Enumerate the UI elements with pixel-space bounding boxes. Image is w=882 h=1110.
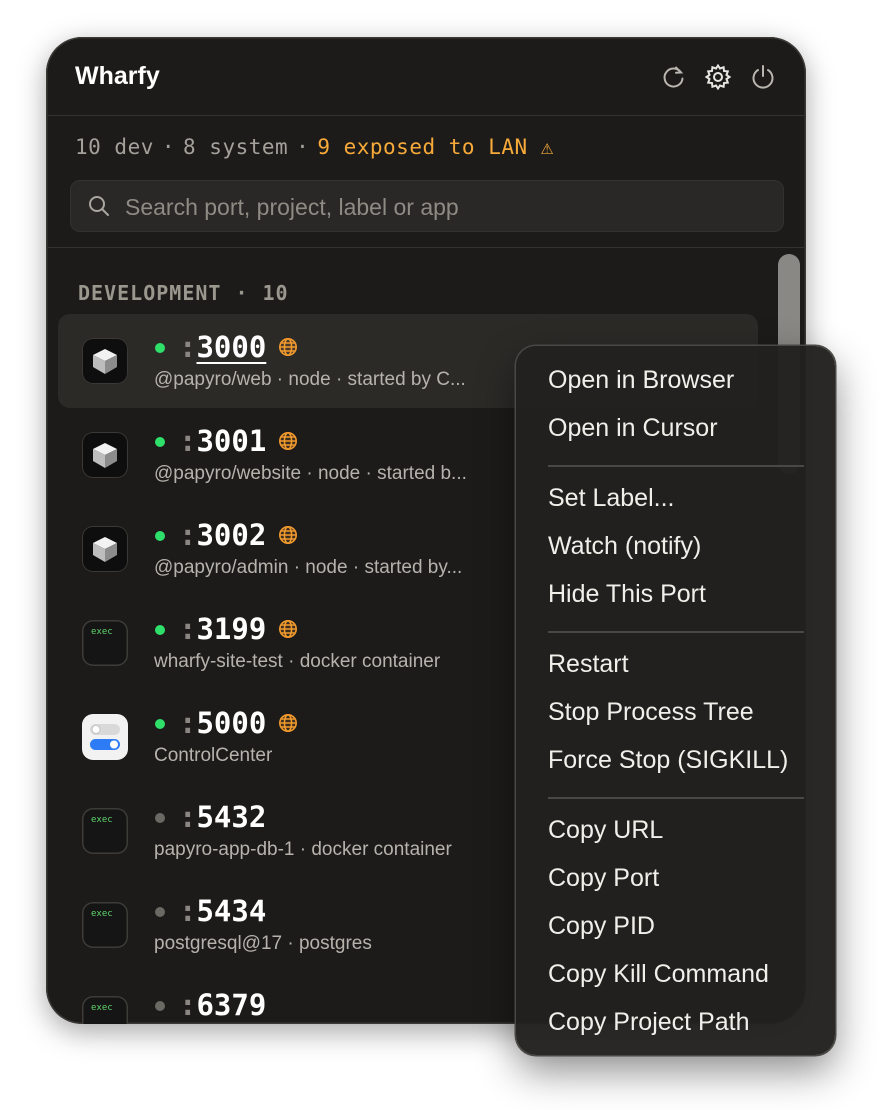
port-summary: 10 dev · 8 system · 9 exposed to LAN ⚠ [75,135,554,161]
terminal-exec-icon: exec [82,902,128,948]
menu-item-copy-url[interactable]: Copy URL [548,816,663,845]
port-number[interactable]: :5432 [179,800,266,834]
lan-exposed-warning: 9 exposed to LAN ⚠ [317,135,554,159]
menu-item-force-stop-sigkill[interactable]: Force Stop (SIGKILL) [548,746,788,775]
node-cube-icon [82,526,128,572]
search-icon [89,196,109,216]
gear-icon[interactable] [704,63,732,91]
port-number[interactable]: :5434 [179,894,266,928]
status-dot [155,531,165,541]
power-icon[interactable] [749,63,777,91]
port-number[interactable]: :3000 [179,330,266,364]
port-number[interactable]: :3002 [179,518,266,552]
globe-icon [279,526,297,544]
status-dot [155,719,165,729]
refresh-icon[interactable] [660,63,688,91]
header: Wharfy [46,37,806,116]
status-dot [155,437,165,447]
terminal-exec-icon: exec [82,620,128,666]
menu-item-copy-port[interactable]: Copy Port [548,864,659,893]
terminal-exec-icon: exec [82,808,128,854]
status-dot [155,1001,165,1011]
process-info: ControlCenter [154,745,273,766]
process-info: @papyro/website · node · started b... [154,463,467,484]
port-number[interactable]: :5000 [179,706,266,740]
section-count: 10 [262,281,289,305]
menu-separator [548,797,804,799]
menu-item-copy-kill-command[interactable]: Copy Kill Command [548,960,769,989]
menu-separator [548,631,804,633]
port-number[interactable]: :6379 [179,988,266,1022]
menu-item-open-in-browser[interactable]: Open in Browser [548,366,734,395]
menu-item-hide-this-port[interactable]: Hide This Port [548,580,706,609]
menu-separator [548,465,804,467]
process-info: postgresql@17 · postgres [154,933,372,954]
app-title: Wharfy [75,62,160,90]
port-number[interactable]: :3199 [179,612,266,646]
menu-item-restart[interactable]: Restart [548,650,629,679]
search-box[interactable] [70,180,784,232]
separator: · [161,135,176,159]
process-info: wharfy-site-test · docker container [154,651,441,672]
status-dot [155,343,165,353]
globe-icon [279,714,297,732]
port-number[interactable]: :3001 [179,424,266,458]
process-info: papyro-app-db-1 · docker container [154,839,452,860]
node-cube-icon [82,338,128,384]
menu-item-watch-notify[interactable]: Watch (notify) [548,532,701,561]
separator: · [235,281,249,305]
system-count: 8 system [183,135,289,159]
menu-item-stop-process-tree[interactable]: Stop Process Tree [548,698,754,727]
status-dot [155,813,165,823]
globe-icon [279,338,297,356]
menu-item-set-label[interactable]: Set Label... [548,484,674,513]
control-center-icon [82,714,128,760]
context-menu: Open in Browser Open in Cursor Set Label..… [516,346,835,1055]
globe-icon [279,620,297,638]
status-dot [155,625,165,635]
menu-item-copy-pid[interactable]: Copy PID [548,912,655,941]
dev-count: 10 dev [75,135,154,159]
process-info: @papyro/admin · node · started by... [154,557,463,578]
node-cube-icon [82,432,128,478]
search-input[interactable] [123,189,767,225]
status-dot [155,907,165,917]
section-title: DEVELOPMENT [78,281,222,305]
separator: · [296,135,310,159]
divider [46,247,806,248]
menu-item-copy-project-path[interactable]: Copy Project Path [548,1008,750,1037]
globe-icon [279,432,297,450]
menu-item-open-in-cursor[interactable]: Open in Cursor [548,414,718,443]
process-info: @papyro/web · node · started by C... [154,369,466,390]
terminal-exec-icon: exec [82,996,128,1024]
section-header-development: DEVELOPMENT · 10 [78,281,289,305]
